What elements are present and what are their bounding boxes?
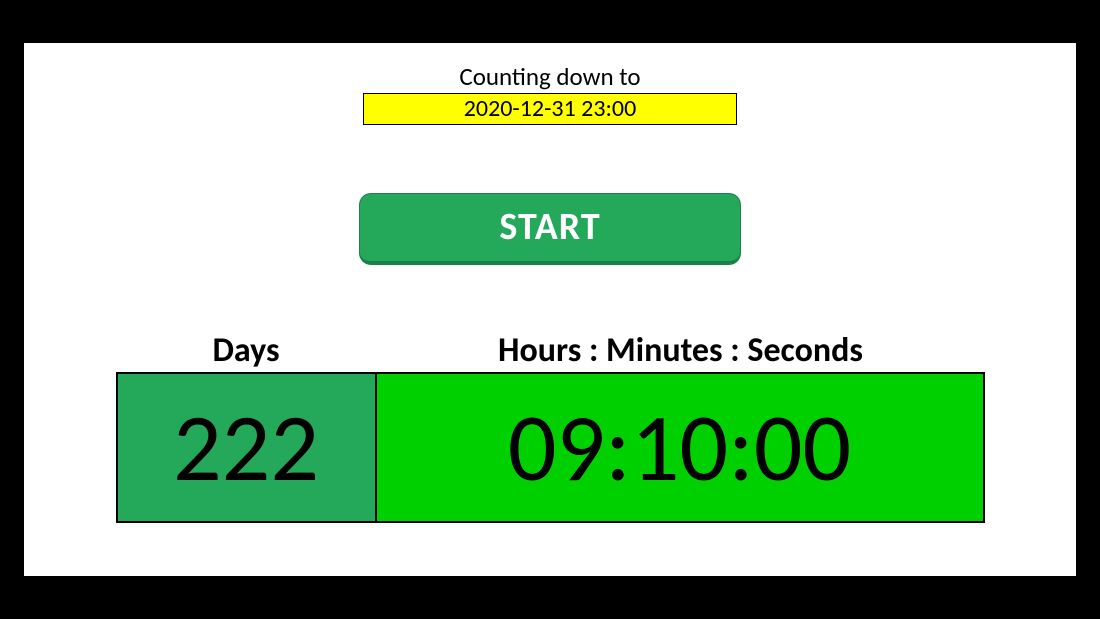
counting-down-to-label: Counting down to [459, 63, 640, 91]
countdown-panel: Counting down to 2020-12-31 23:00 START … [24, 43, 1076, 576]
start-button[interactable]: START [359, 193, 741, 265]
days-label: Days [116, 330, 377, 373]
hms-label: Hours : Minutes : Seconds [377, 330, 985, 373]
target-datetime-field[interactable]: 2020-12-31 23:00 [363, 93, 737, 125]
countdown-display: Days Hours : Minutes : Seconds 222 09:10… [116, 330, 985, 524]
days-value: 222 [118, 374, 377, 521]
hms-value: 09:10:00 [377, 374, 983, 521]
